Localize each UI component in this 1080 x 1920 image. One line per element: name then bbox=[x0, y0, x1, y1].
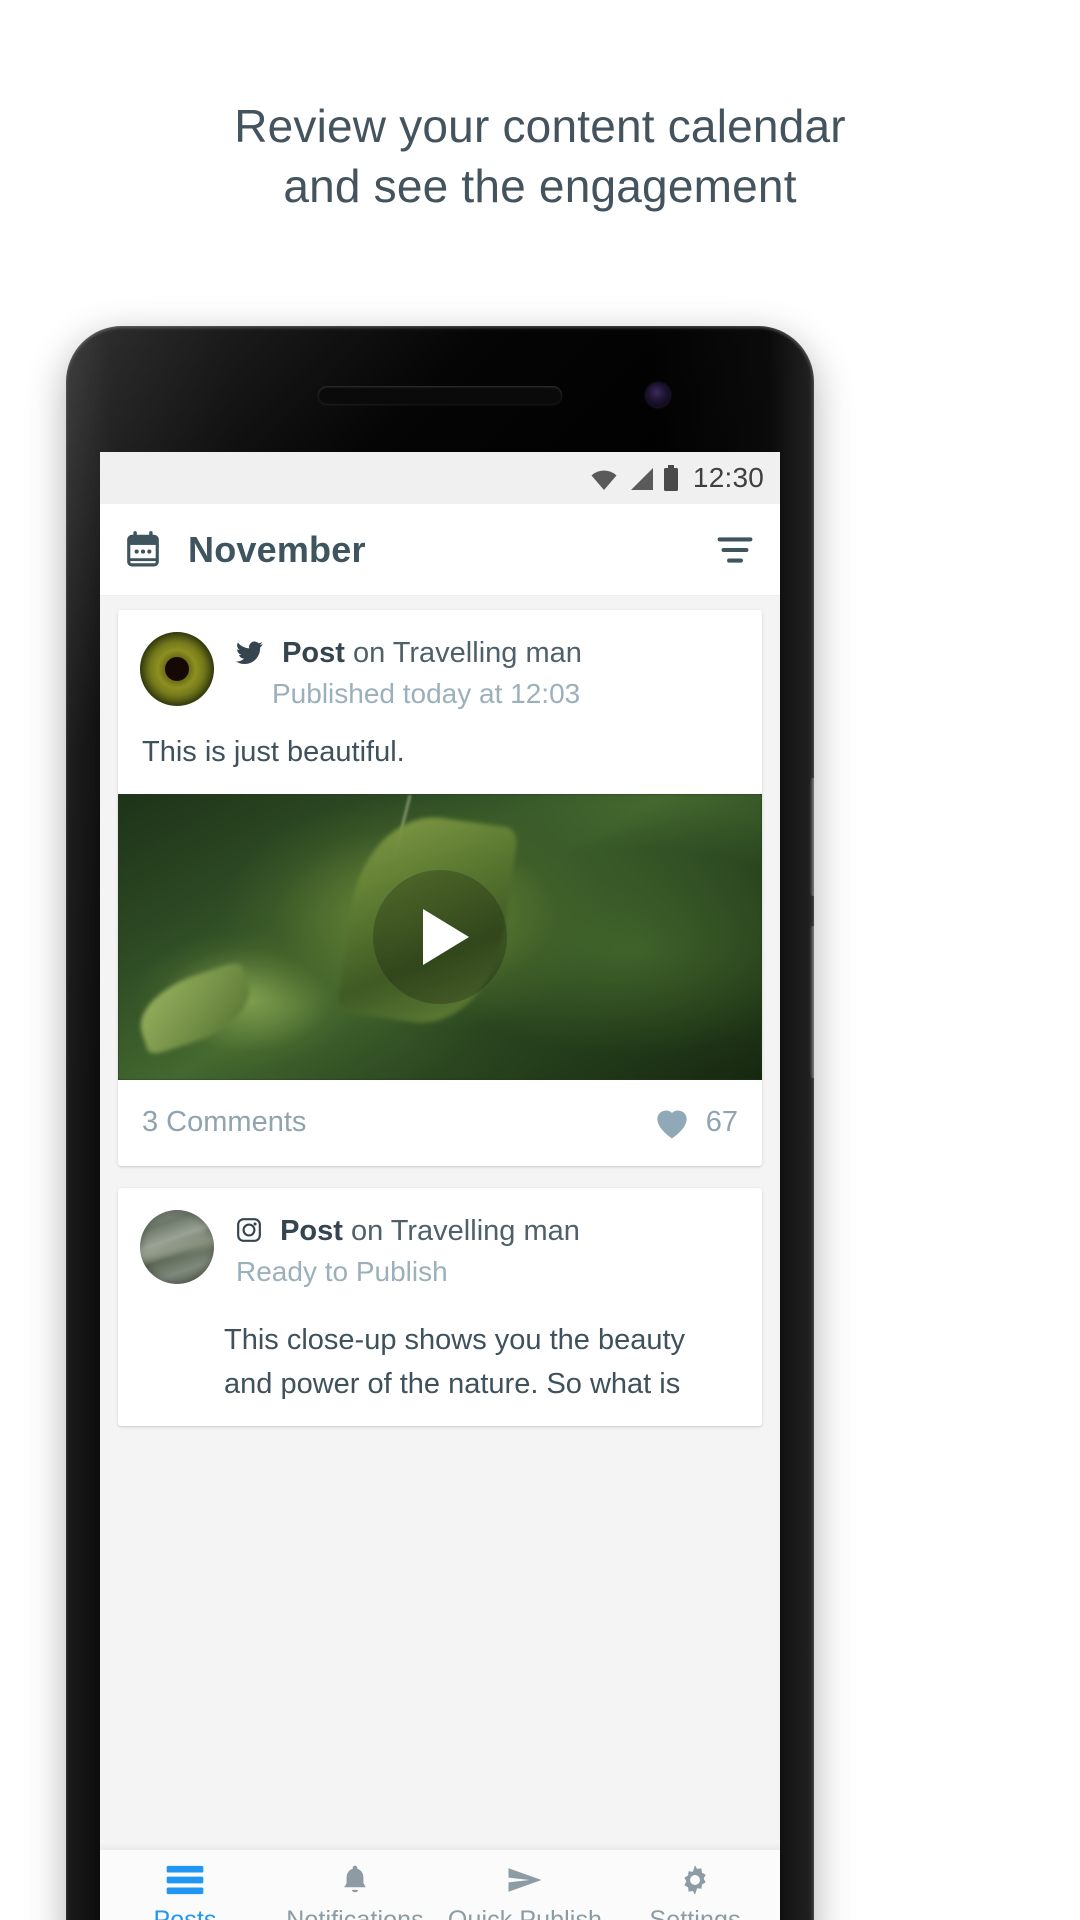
phone-screen: 12:30 November Post on Travelling man Pu… bbox=[100, 452, 780, 1920]
post-status: Published today at 12:03 bbox=[272, 678, 581, 709]
post-card[interactable]: Post on Travelling man Published today a… bbox=[118, 610, 762, 1166]
power-button[interactable] bbox=[810, 926, 814, 1078]
nav-label-notifications: Notifications bbox=[286, 1906, 424, 1920]
play-triangle bbox=[423, 909, 469, 965]
post-title-row: Post on Travelling man bbox=[236, 1212, 580, 1250]
posts-icon bbox=[100, 1860, 270, 1900]
likes-group[interactable]: 67 bbox=[652, 1104, 738, 1140]
battery-icon bbox=[663, 465, 678, 491]
post-footer: 3 Comments 67 bbox=[118, 1080, 762, 1166]
post-title-rest: on Travelling man bbox=[344, 637, 582, 669]
status-bar: 12:30 bbox=[100, 452, 780, 504]
phone-device-frame: 12:30 November Post on Travelling man Pu… bbox=[66, 326, 814, 1920]
gear-icon bbox=[610, 1860, 780, 1900]
post-header: Post on Travelling man Published today a… bbox=[118, 610, 762, 722]
screenshot-root: Review your content calendar and see the… bbox=[0, 0, 1080, 1920]
status-bar-icons bbox=[589, 465, 679, 491]
instagram-icon bbox=[237, 1218, 261, 1242]
like-count: 67 bbox=[705, 1105, 738, 1138]
avatar[interactable] bbox=[140, 1210, 214, 1284]
nav-item-settings[interactable]: Settings bbox=[610, 1850, 780, 1920]
nav-label-settings: Settings bbox=[649, 1906, 741, 1920]
post-body-text: This is just beautiful. bbox=[142, 736, 405, 768]
post-title-row: Post on Travelling man bbox=[236, 634, 582, 672]
post-header-text: Post on Travelling man Ready to Publish bbox=[236, 1210, 580, 1292]
bell-icon bbox=[270, 1860, 440, 1900]
signal-icon bbox=[630, 468, 653, 490]
page-title: November bbox=[188, 528, 366, 570]
heart-icon[interactable] bbox=[652, 1104, 692, 1140]
nav-item-posts[interactable]: Posts bbox=[100, 1850, 270, 1920]
earpiece-speaker bbox=[318, 386, 562, 404]
nav-label-quick-publish: Quick Publish bbox=[447, 1906, 603, 1920]
post-title-strong: Post bbox=[280, 1215, 343, 1247]
post-header-text: Post on Travelling man Published today a… bbox=[236, 632, 582, 714]
post-title-strong: Post bbox=[282, 637, 345, 669]
volume-button[interactable] bbox=[810, 778, 814, 896]
front-camera-icon bbox=[646, 383, 670, 407]
nav-label-posts: Posts bbox=[153, 1906, 217, 1920]
post-media-video[interactable] bbox=[118, 794, 762, 1080]
headline-line-1: Review your content calendar bbox=[234, 100, 846, 152]
play-icon[interactable] bbox=[373, 870, 507, 1004]
nav-item-quick-publish[interactable]: Quick Publish bbox=[440, 1850, 610, 1920]
post-body-text: This close-up shows you the beauty and p… bbox=[224, 1324, 686, 1400]
app-bar: November bbox=[100, 504, 780, 596]
calendar-icon[interactable] bbox=[124, 530, 162, 569]
bottom-navigation: Posts Notifications Quick Publish Settin… bbox=[100, 1849, 780, 1920]
status-bar-time: 12:30 bbox=[692, 462, 764, 493]
send-icon bbox=[440, 1860, 610, 1900]
twitter-icon bbox=[236, 641, 263, 664]
comments-count[interactable]: 3 Comments bbox=[142, 1106, 306, 1139]
page-headline: Review your content calendar and see the… bbox=[0, 96, 1080, 216]
headline-line-2: and see the engagement bbox=[283, 160, 797, 212]
post-card[interactable]: Post on Travelling man Ready to Publish … bbox=[118, 1188, 762, 1426]
post-header: Post on Travelling man Ready to Publish bbox=[118, 1188, 762, 1300]
filter-icon[interactable] bbox=[716, 534, 754, 566]
avatar[interactable] bbox=[140, 632, 214, 706]
post-feed[interactable]: Post on Travelling man Published today a… bbox=[100, 596, 780, 1850]
nav-item-notifications[interactable]: Notifications bbox=[270, 1850, 440, 1920]
post-title-rest: on Travelling man bbox=[342, 1215, 580, 1247]
post-status: Ready to Publish bbox=[236, 1256, 448, 1287]
wifi-icon bbox=[591, 470, 617, 490]
